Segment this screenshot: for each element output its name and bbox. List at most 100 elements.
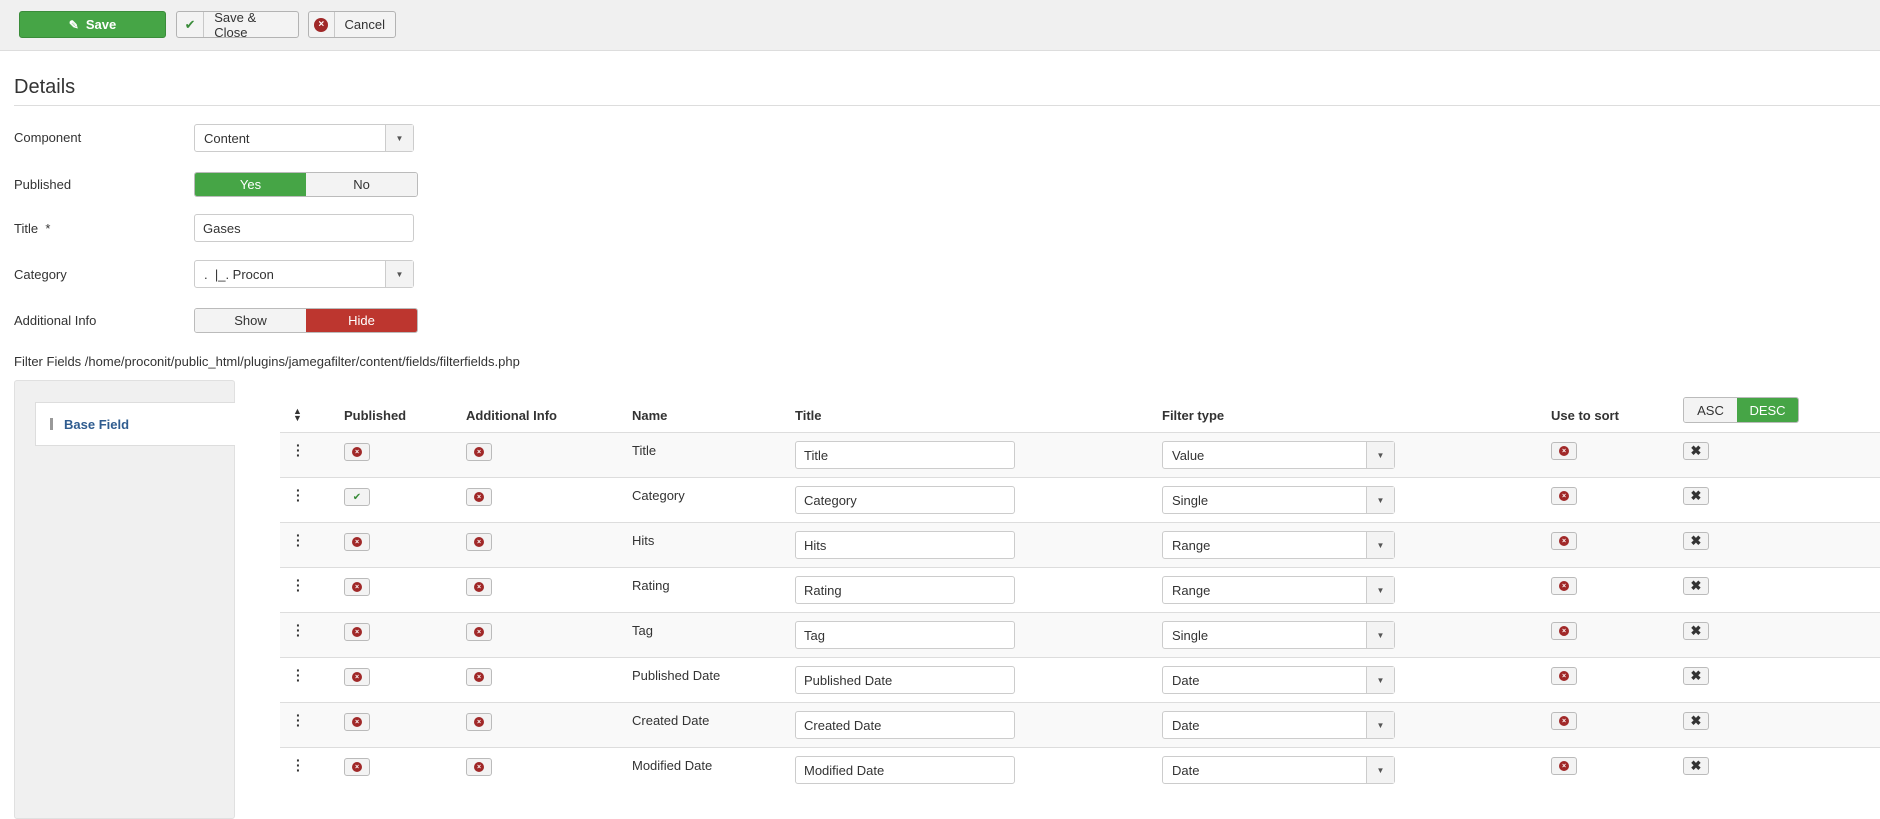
chevron-down-icon: ▼ — [1366, 577, 1394, 603]
filter-type-select[interactable]: Single ▼ — [1162, 486, 1395, 514]
close-icon: ✖ — [1690, 443, 1702, 458]
category-select[interactable]: . |_. Procon ▼ — [194, 260, 414, 288]
published-no-button[interactable]: No — [306, 173, 417, 196]
use-to-sort-button[interactable]: × — [1551, 757, 1577, 775]
header-title: Title — [795, 408, 822, 423]
check-icon: ✔ — [177, 12, 205, 37]
field-name: Created Date — [632, 713, 710, 728]
save-button[interactable]: ✎ Save — [19, 11, 166, 38]
chevron-down-icon: ▼ — [1366, 622, 1394, 648]
published-toggle-button[interactable]: × — [344, 443, 370, 461]
additional-info-hide-button[interactable]: Hide — [306, 309, 417, 332]
drag-handle-icon[interactable]: · · · — [296, 483, 301, 507]
published-toggle-button[interactable]: × — [344, 578, 370, 596]
field-title-input[interactable]: Hits — [795, 531, 1015, 559]
filter-type-select[interactable]: Date ▼ — [1162, 756, 1395, 784]
field-title-input[interactable]: Rating — [795, 576, 1015, 604]
check-icon: ✔ — [352, 491, 362, 503]
save-close-label: Save & Close — [214, 9, 257, 40]
drag-handle-icon[interactable]: · · · — [296, 708, 301, 732]
field-title-input[interactable]: Category — [795, 486, 1015, 514]
component-label: Component — [14, 130, 82, 145]
component-select[interactable]: Content ▼ — [194, 124, 414, 152]
save-close-button[interactable]: ✔ Save & Close — [176, 9, 299, 40]
filter-type-value: Date — [1172, 762, 1200, 778]
remove-sort-button[interactable]: ✖ — [1683, 532, 1709, 550]
filter-type-select[interactable]: Value ▼ — [1162, 441, 1395, 469]
additional-info-toggle-button[interactable]: × — [466, 578, 492, 596]
remove-sort-button[interactable]: ✖ — [1683, 667, 1709, 685]
use-to-sort-button[interactable]: × — [1551, 622, 1577, 640]
use-to-sort-button[interactable]: × — [1551, 712, 1577, 730]
chevron-down-icon: ▼ — [1366, 712, 1394, 738]
table-row: · · · × × Created Date Created Date Date ▼ … — [280, 702, 1880, 747]
remove-sort-button[interactable]: ✖ — [1683, 442, 1709, 460]
remove-sort-button[interactable]: ✖ — [1683, 757, 1709, 775]
cancel-button[interactable]: × Cancel — [308, 11, 396, 38]
drag-handle-icon[interactable]: · · · — [296, 663, 301, 687]
additional-info-toggle-button[interactable]: × — [466, 533, 492, 551]
asc-button[interactable]: ASC — [1684, 398, 1737, 422]
drag-handle-icon[interactable]: · · · — [296, 573, 301, 597]
header-filter-type: Filter type — [1162, 408, 1225, 423]
published-toggle-button[interactable]: × — [344, 533, 370, 551]
additional-info-toggle-button[interactable]: × — [466, 758, 492, 776]
sort-icon[interactable]: ▲ ▼ — [293, 407, 302, 423]
cancel-icon: × — [1559, 626, 1569, 636]
additional-info-toggle-button[interactable]: × — [466, 668, 492, 686]
published-toggle-button[interactable]: × — [344, 623, 370, 641]
title-input[interactable]: Gases — [194, 214, 414, 242]
published-toggle-button[interactable]: × — [344, 758, 370, 776]
field-title-input[interactable]: Created Date — [795, 711, 1015, 739]
remove-sort-button[interactable]: ✖ — [1683, 487, 1709, 505]
cancel-icon: × — [1559, 536, 1569, 546]
filter-type-select[interactable]: Single ▼ — [1162, 621, 1395, 649]
filter-type-select[interactable]: Date ▼ — [1162, 711, 1395, 739]
filter-type-value: Range — [1172, 582, 1211, 598]
field-name: Modified Date — [632, 758, 713, 773]
edit-icon: ✎ — [68, 17, 79, 32]
chevron-down-icon: ▼ — [1366, 667, 1394, 693]
additional-info-toggle-button[interactable]: × — [466, 488, 492, 506]
published-yes-button[interactable]: Yes — [195, 173, 306, 196]
published-toggle-button[interactable]: × — [344, 668, 370, 686]
drag-handle-icon[interactable]: · · · — [296, 618, 301, 642]
filter-type-select[interactable]: Date ▼ — [1162, 666, 1395, 694]
desc-button[interactable]: DESC — [1737, 398, 1798, 422]
drag-handle-icon[interactable]: · · · — [296, 753, 301, 777]
published-toggle-button[interactable]: ✔ — [344, 488, 370, 506]
additional-info-toggle-button[interactable]: × — [466, 443, 492, 461]
remove-sort-button[interactable]: ✖ — [1683, 622, 1709, 640]
additional-info-toggle-button[interactable]: × — [466, 713, 492, 731]
use-to-sort-button[interactable]: × — [1551, 532, 1577, 550]
field-name: Published Date — [632, 668, 721, 683]
use-to-sort-button[interactable]: × — [1551, 487, 1577, 505]
remove-sort-button[interactable]: ✖ — [1683, 712, 1709, 730]
table-row: · · · × × Published Date Published Date Da… — [280, 657, 1880, 702]
use-to-sort-button[interactable]: × — [1551, 577, 1577, 595]
field-title-input[interactable]: Published Date — [795, 666, 1015, 694]
filter-type-select[interactable]: Range ▼ — [1162, 531, 1395, 559]
published-toggle-button[interactable]: × — [344, 713, 370, 731]
additional-info-toggle-button[interactable]: × — [466, 623, 492, 641]
tab-base-field[interactable]: Base Field — [35, 402, 235, 446]
header-use-to-sort: Use to sort — [1551, 408, 1619, 423]
use-to-sort-button[interactable]: × — [1551, 442, 1577, 460]
additional-info-show-button[interactable]: Show — [195, 309, 306, 332]
filter-type-value: Date — [1172, 672, 1200, 688]
cancel-icon: × — [352, 717, 362, 727]
filter-type-select[interactable]: Range ▼ — [1162, 576, 1395, 604]
field-title-input[interactable]: Tag — [795, 621, 1015, 649]
close-icon: ✖ — [1690, 578, 1702, 593]
remove-sort-button[interactable]: ✖ — [1683, 577, 1709, 595]
close-icon: ✖ — [1690, 623, 1702, 638]
field-name: Title — [632, 443, 657, 458]
drag-handle-icon[interactable]: · · · — [296, 528, 301, 552]
drag-handle-icon[interactable]: · · · — [296, 438, 301, 462]
field-title-input[interactable]: Title — [795, 441, 1015, 469]
use-to-sort-button[interactable]: × — [1551, 667, 1577, 685]
header-name: Name — [632, 408, 668, 423]
close-icon: ✖ — [1690, 713, 1702, 728]
field-title-input[interactable]: Modified Date — [795, 756, 1015, 784]
chevron-down-icon: ▼ — [1366, 757, 1394, 783]
